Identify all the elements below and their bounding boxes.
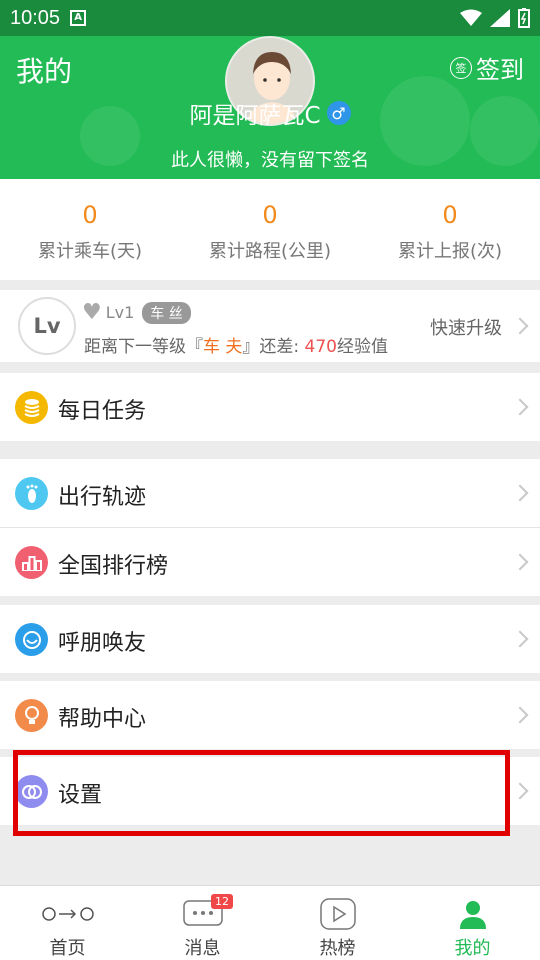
chevron-right-icon [511,553,529,571]
username-row: 阿是阿萨瓦C ♂ [0,96,540,130]
nav-item-home[interactable]: 首页 [0,886,135,960]
next-level-name: 车 夫 [203,337,243,357]
nav-item-messages[interactable]: 12 消息 [135,886,270,960]
menu-label: 帮助中心 [58,707,147,732]
battery-icon [518,8,530,28]
stat-ride-days[interactable]: 0 累计乘车(天) [0,179,180,280]
highlight-box [13,750,510,836]
nav-label: 我的 [454,938,491,959]
person-icon [458,898,488,930]
checkin-button[interactable]: 签 签到 [450,50,524,85]
nav-label: 首页 [49,938,86,959]
chevron-right-icon [511,630,529,648]
nav-label: 消息 [184,938,221,959]
profile-header: 我的 签 签到 阿是阿萨瓦C ♂ 此人很懒，没有留下签名 [0,36,540,179]
menu-item-travel-track[interactable]: 出行轨迹 [0,459,540,527]
play-icon [319,898,356,930]
stat-distance[interactable]: 0 累计路程(公里) [180,179,360,280]
chevron-right-icon [511,317,529,335]
wifi-icon [460,9,482,26]
menu-item-leaderboard[interactable]: 全国排行榜 [0,528,540,596]
next-level-text: 距离下一等级『车 夫』还差: 470经验值 [84,332,388,357]
footprint-icon [15,477,48,510]
next-level-mid: 』还差: [242,337,305,357]
quick-upgrade-label: 快速升级 [430,318,502,339]
next-level-suffix: 经验值 [337,337,388,357]
bottom-nav: 首页 12 消息 热榜 我的 [0,885,540,960]
status-icons [460,8,530,28]
stats-bar: 0 累计乘车(天) 0 累计路程(公里) 0 累计上报(次) [0,179,540,280]
menu-label: 每日任务 [58,399,147,424]
signal-icon [490,9,510,27]
chevron-right-icon [511,706,529,724]
nav-label: 热榜 [319,938,356,959]
chevron-right-icon [511,782,529,800]
page-title: 我的 [16,55,73,88]
heart-icon: ♥ [82,300,102,325]
nav-item-hot-list[interactable]: 热榜 [270,886,405,960]
checkin-label: 签到 [476,56,524,84]
stat-reports[interactable]: 0 累计上报(次) [360,179,540,280]
route-icon [41,898,94,930]
status-bar: 10:05 A [0,0,540,36]
notification-a-icon: A [70,10,87,26]
stat-label: 累计路程(公里) [208,241,332,262]
smile-icon [15,623,48,656]
stat-label: 累计乘车(天) [37,241,143,262]
menu-label: 出行轨迹 [58,485,147,510]
menu-label: 呼朋唤友 [58,631,147,656]
stat-label: 累计上报(次) [397,241,503,262]
chevron-right-icon [511,398,529,416]
menu-item-help-center[interactable]: 帮助中心 [0,681,540,749]
chevron-right-icon [511,484,529,502]
stat-value: 0 [442,201,458,229]
menu-item-daily-tasks[interactable]: 每日任务 [0,373,540,441]
menu-item-invite-friends[interactable]: 呼朋唤友 [0,605,540,673]
checkin-badge-icon: 签 [450,56,472,79]
unread-badge: 12 [211,894,233,909]
nav-item-mine[interactable]: 我的 [405,886,540,960]
level-card[interactable]: Lv ♥ Lv1 车 丝 距离下一等级『车 夫』还差: 470经验值 快速升级 [0,290,540,362]
user-signature: 此人很懒，没有留下签名 [171,150,369,171]
male-icon: ♂ [326,101,351,125]
coin-stack-icon [15,391,48,424]
username: 阿是阿萨瓦C [189,103,321,129]
stat-value: 0 [262,201,278,229]
lightbulb-icon [15,699,48,732]
level-number: Lv1 [105,303,135,322]
level-title-tag: 车 丝 [142,301,191,324]
menu-label: 全国排行榜 [58,554,169,579]
exp-needed: 470 [304,337,337,357]
status-time: 10:05 [10,6,61,29]
level-row: ♥ Lv1 车 丝 [82,300,191,325]
next-level-prefix: 距离下一等级『 [84,337,203,357]
podium-icon [15,546,48,579]
level-badge: Lv [18,297,76,355]
stat-value: 0 [82,201,98,229]
